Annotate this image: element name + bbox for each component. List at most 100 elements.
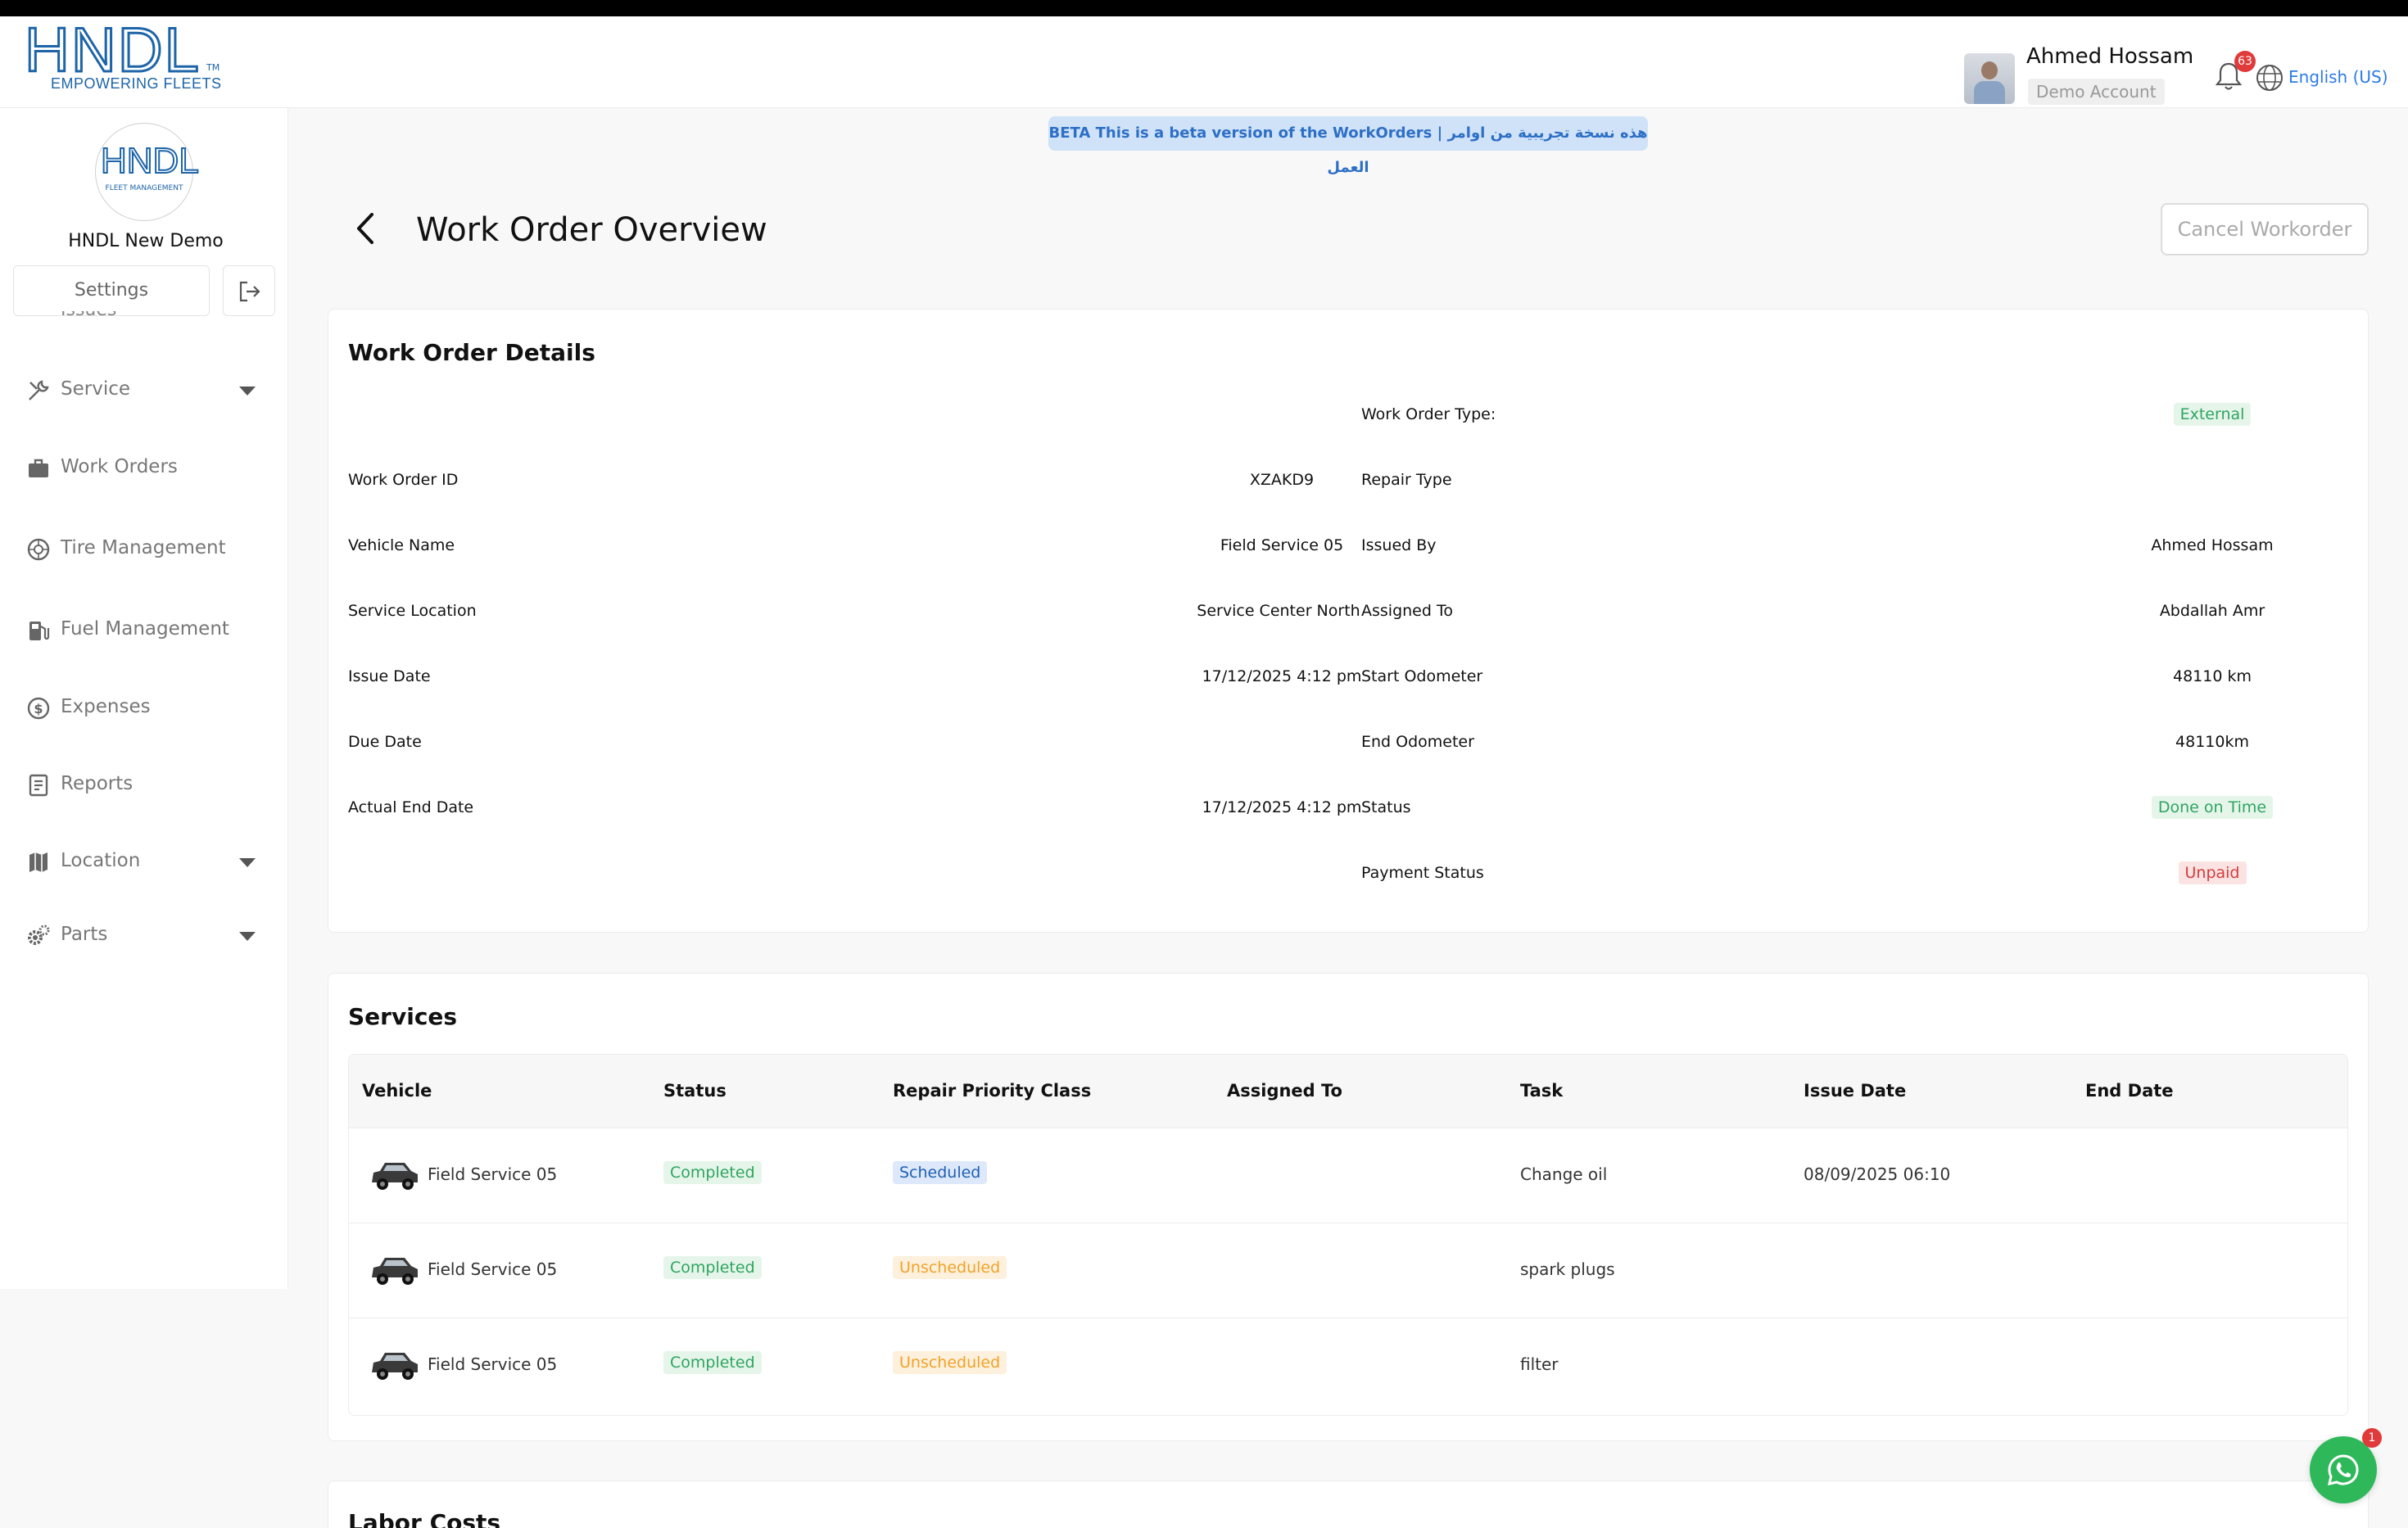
logout-icon <box>239 281 260 302</box>
org-name: HNDL New Demo <box>68 231 224 251</box>
status-badge: Completed <box>663 1256 762 1279</box>
sidebar: HNDL FLEET MANAGEMENT HNDL New Demo Sett… <box>0 108 288 1289</box>
issue-date-cell: 08/09/2025 06:10 <box>1804 1164 1951 1184</box>
fuel-pump-icon <box>29 622 50 640</box>
sidebar-item-location[interactable]: Location <box>26 843 272 879</box>
sidebar-item-label: Tire Management <box>61 537 226 558</box>
issued-by-value: Ahmed Hossam <box>2151 536 2274 554</box>
wrench-icon <box>29 380 49 400</box>
task-cell: Change oil <box>1520 1164 1608 1184</box>
sidebar-item-label: Reports <box>61 773 134 794</box>
detail-label: Start Odometer <box>1361 667 1483 685</box>
sidebar-item-label: Fuel Management <box>61 618 229 640</box>
sidebar-item-label: Parts <box>61 924 108 945</box>
detail-label: End Odometer <box>1361 733 1474 751</box>
table-row[interactable]: Field Service 05 Completed Unscheduled s… <box>349 1223 2347 1318</box>
payment-status-badge: Unpaid <box>2178 861 2247 884</box>
detail-label: Actual End Date <box>348 798 474 816</box>
task-cell: spark plugs <box>1520 1259 1615 1279</box>
detail-label: Issue Date <box>348 667 431 685</box>
chat-unread-badge: 1 <box>2362 1428 2382 1448</box>
top-strip <box>0 0 2408 16</box>
sidebar-item-fuel-management[interactable]: Fuel Management <box>26 612 272 648</box>
detail-label: Status <box>1361 798 1411 816</box>
start-odometer-value: 48110 km <box>2173 667 2252 685</box>
user-avatar[interactable] <box>1964 53 2015 104</box>
sidebar-item-tire-management[interactable]: Tire Management <box>26 531 272 567</box>
priority-cell: Scheduled <box>893 1161 988 1184</box>
user-name[interactable]: Ahmed Hossam <box>2026 44 2193 69</box>
vehicle-name: Field Service 05 <box>428 1354 558 1374</box>
detail-label: Service Location <box>348 602 477 620</box>
settings-button[interactable]: Settings <box>13 265 210 316</box>
priority-badge: Scheduled <box>893 1161 988 1184</box>
sidebar-item-parts[interactable]: Parts <box>26 917 272 953</box>
beta-banner: BETA This is a beta version of the WorkO… <box>1048 116 1648 176</box>
table-row[interactable]: Field Service 05 Completed Unscheduled f… <box>349 1318 2347 1413</box>
column-header[interactable]: Vehicle <box>362 1081 432 1101</box>
status-cell: Completed <box>663 1161 762 1184</box>
brand-tagline: EMPOWERING FLEETS <box>51 75 222 92</box>
card-title: Services <box>348 1003 458 1030</box>
column-header[interactable]: Repair Priority Class <box>893 1081 1091 1101</box>
detail-label: Assigned To <box>1361 602 1453 620</box>
vehicle-thumbnail <box>372 1163 418 1190</box>
tire-icon <box>27 538 50 561</box>
sidebar-item-label: Service <box>61 378 131 400</box>
services-card: Services Vehicle Status Repair Priority … <box>328 973 2369 1441</box>
end-odometer-value: 48110km <box>2175 733 2249 751</box>
chevron-down-icon[interactable] <box>239 858 256 867</box>
sidebar-item-reports[interactable]: Reports <box>26 766 272 802</box>
column-header[interactable]: Assigned To <box>1227 1081 1342 1101</box>
sidebar-item-expenses[interactable]: $ Expenses <box>26 689 272 726</box>
chevron-down-icon[interactable] <box>239 387 256 396</box>
back-arrow-icon[interactable] <box>351 208 380 249</box>
sidebar-item-work-orders[interactable]: Work Orders <box>26 450 272 486</box>
briefcase-icon <box>29 459 48 477</box>
labor-costs-card: Labor Costs <box>328 1481 2369 1528</box>
dollar-circle-icon: $ <box>27 697 50 720</box>
org-logo: HNDL FLEET MANAGEMENT <box>95 123 200 221</box>
org-logo-wordmark: HNDL <box>100 141 200 181</box>
status-badge: Completed <box>663 1161 762 1184</box>
vehicle-thumbnail <box>372 1353 418 1380</box>
table-row[interactable]: Field Service 05 Completed Scheduled Cha… <box>349 1128 2347 1223</box>
chevron-down-icon[interactable] <box>239 932 256 941</box>
brand-logo[interactable]: HNDL TM EMPOWERING FLEETS <box>24 16 229 102</box>
column-header[interactable]: Task <box>1520 1081 1563 1101</box>
gears-icon <box>28 924 50 945</box>
logout-button[interactable] <box>223 265 275 316</box>
vehicle-name: Field Service 05 <box>428 1259 558 1279</box>
status-badge: Completed <box>663 1351 762 1374</box>
status-badge: Done on Time <box>2151 796 2274 819</box>
svg-text:$: $ <box>34 701 43 717</box>
sidebar-item-issues[interactable]: Issues <box>26 311 272 326</box>
sidebar-item-label: Work Orders <box>61 456 178 477</box>
priority-cell: Unscheduled <box>893 1351 1007 1374</box>
sidebar-item-label: Location <box>61 850 141 871</box>
detail-label: Work Order Type: <box>1361 405 1496 423</box>
card-title: Work Order Details <box>348 339 595 366</box>
status-cell: Completed <box>663 1256 762 1279</box>
column-header[interactable]: Issue Date <box>1804 1081 1906 1101</box>
column-header[interactable]: Status <box>663 1081 726 1101</box>
status-value: Done on Time <box>2081 796 2343 819</box>
globe-icon[interactable] <box>2256 64 2284 92</box>
work-order-details-card: Work Order Details Work Order ID XZAKD9 … <box>328 309 2369 933</box>
sidebar-item-service[interactable]: Service <box>26 372 272 408</box>
priority-badge: Unscheduled <box>893 1256 1007 1279</box>
cancel-workorder-button[interactable]: Cancel Workorder <box>2161 203 2369 255</box>
language-selector[interactable]: English (US) <box>2288 67 2388 87</box>
brand-trademark: TM <box>206 62 220 73</box>
status-cell: Completed <box>663 1351 762 1374</box>
brand-wordmark: HNDL <box>24 16 201 85</box>
priority-badge: Unscheduled <box>893 1351 1007 1374</box>
sidebar-item-label: Issues <box>61 311 116 320</box>
org-logo-subtitle: FLEET MANAGEMENT <box>105 184 183 192</box>
payment-status-value: Unpaid <box>2081 861 2343 884</box>
column-header[interactable]: End Date <box>2085 1081 2174 1101</box>
map-icon <box>29 852 48 872</box>
work-order-type-value: External <box>2081 403 2343 426</box>
detail-label: Due Date <box>348 733 422 751</box>
account-badge: Demo Account <box>2028 79 2165 105</box>
